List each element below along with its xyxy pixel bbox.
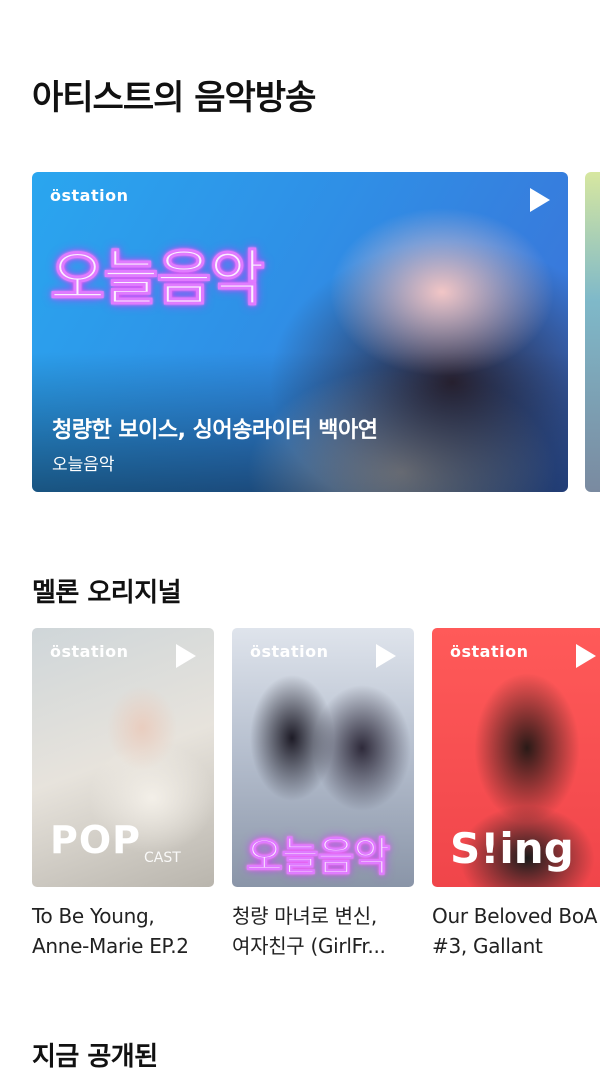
caption-line-1: Our Beloved BoA: [432, 904, 598, 928]
swing-logo: S!ing: [450, 824, 574, 873]
station-logo: östation: [250, 642, 329, 661]
station-logo: östation: [50, 642, 129, 661]
play-icon[interactable]: [576, 644, 596, 668]
original-card-thumbnail[interactable]: östation POP CAST: [32, 628, 214, 887]
caption-line-2: 여자친구 (GirlFr...: [232, 934, 386, 958]
station-logo: östation: [50, 186, 129, 205]
play-icon[interactable]: [530, 188, 550, 212]
caption-line-2: Anne-Marie EP.2: [32, 934, 189, 958]
original-card-caption[interactable]: 청량 마녀로 변신, 여자친구 (GirlFr...: [232, 901, 414, 961]
caption-line-1: To Be Young,: [32, 904, 155, 928]
feature-subtitle: 오늘음악: [52, 455, 115, 475]
original-card-thumbnail[interactable]: östation S!ing: [432, 628, 600, 887]
original-card[interactable]: östation S!ing Our Beloved BoA #3, Galla…: [432, 628, 600, 961]
feature-card-next[interactable]: [585, 172, 600, 492]
section-title-now-released: 지금 공개된: [32, 1042, 158, 1072]
original-card-caption[interactable]: Our Beloved BoA #3, Gallant: [432, 901, 600, 961]
original-card[interactable]: östation 오늘음악 청량 마녀로 변신, 여자친구 (GirlFr...: [232, 628, 414, 961]
card-neon-title: 오늘음악: [245, 834, 390, 881]
original-card-thumbnail[interactable]: östation 오늘음악: [232, 628, 414, 887]
play-icon[interactable]: [176, 644, 196, 668]
play-icon[interactable]: [376, 644, 396, 668]
feature-headline: 청량한 보이스, 싱어송라이터 백아연: [52, 418, 378, 443]
section-title-artist-broadcast: 아티스트의 음악방송: [32, 78, 316, 118]
feature-card[interactable]: östation 오늘음악 청량한 보이스, 싱어송라이터 백아연 오늘음악: [32, 172, 568, 492]
section-title-melon-original: 멜론 오리지널: [32, 578, 182, 608]
station-logo: östation: [450, 642, 529, 661]
caption-line-2: #3, Gallant: [432, 934, 543, 958]
original-card-caption[interactable]: To Be Young, Anne-Marie EP.2: [32, 901, 214, 961]
popcast-logo-sub: CAST: [144, 850, 181, 866]
popcast-logo: POP: [50, 818, 142, 862]
caption-line-1: 청량 마녀로 변신,: [232, 904, 377, 928]
feature-neon-title: 오늘음악: [50, 244, 266, 315]
original-card[interactable]: östation POP CAST To Be Young, Anne-Mari…: [32, 628, 214, 961]
